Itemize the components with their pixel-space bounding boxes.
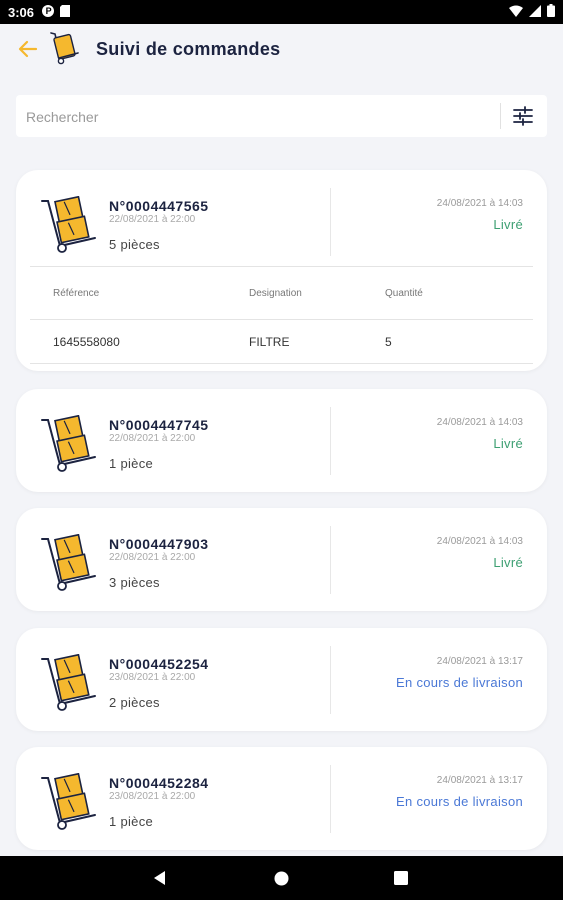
card-divider xyxy=(330,765,331,833)
notification-icon: P xyxy=(42,4,55,20)
column-header-designation: Designation xyxy=(249,288,302,299)
order-pieces: 5 pièces xyxy=(109,237,160,252)
order-card[interactable]: N°0004452254 23/08/2021 à 22:00 2 pièces… xyxy=(16,628,547,731)
nav-recents-icon[interactable] xyxy=(394,871,408,885)
order-number: N°0004447565 xyxy=(109,198,209,214)
order-card-header[interactable]: N°0004452284 23/08/2021 à 22:00 1 pièce … xyxy=(16,747,547,847)
status-date: 24/08/2021 à 13:17 xyxy=(436,656,523,667)
filter-icon[interactable] xyxy=(512,105,534,127)
app-logo-icon xyxy=(49,30,81,66)
search-divider xyxy=(500,103,501,129)
status-badge: En cours de livraison xyxy=(396,794,523,809)
card-divider xyxy=(330,407,331,475)
hand-truck-icon xyxy=(40,195,98,254)
search-bar xyxy=(16,95,547,139)
column-header-reference: Référence xyxy=(53,288,100,299)
column-header-quantity: Quantité xyxy=(385,288,423,299)
page-title: Suivi de commandes xyxy=(96,39,281,59)
order-date: 22/08/2021 à 22:00 xyxy=(109,552,196,563)
hand-truck-icon xyxy=(40,653,98,712)
search-input[interactable] xyxy=(16,95,508,139)
card-divider xyxy=(330,188,331,256)
status-date: 24/08/2021 à 14:03 xyxy=(436,198,523,209)
order-date: 23/08/2021 à 22:00 xyxy=(109,672,196,683)
order-date: 23/08/2021 à 22:00 xyxy=(109,791,196,802)
order-date: 22/08/2021 à 22:00 xyxy=(109,214,196,225)
card-divider xyxy=(330,526,331,594)
status-time: 3:06 xyxy=(8,4,35,20)
status-date: 24/08/2021 à 14:03 xyxy=(436,536,523,547)
order-number: N°0004447903 xyxy=(109,536,209,552)
order-card-header[interactable]: N°0004452254 23/08/2021 à 22:00 2 pièces… xyxy=(16,628,547,728)
order-card-header[interactable]: N°0004447745 22/08/2021 à 22:00 1 pièce … xyxy=(16,389,547,489)
sd-card-icon xyxy=(60,4,71,20)
back-arrow-icon[interactable] xyxy=(16,37,40,61)
item-reference: 1645558080 xyxy=(53,335,120,349)
status-bar: 3:06 P xyxy=(0,0,563,24)
wifi-icon xyxy=(509,5,523,20)
battery-icon xyxy=(547,4,555,20)
hand-truck-icon xyxy=(40,533,98,592)
svg-text:P: P xyxy=(46,6,52,16)
order-pieces: 2 pièces xyxy=(109,695,160,710)
order-card[interactable]: N°0004447903 22/08/2021 à 22:00 3 pièces… xyxy=(16,508,547,611)
order-pieces: 1 pièce xyxy=(109,814,154,829)
order-card-header[interactable]: N°0004447565 22/08/2021 à 22:00 5 pièces… xyxy=(16,170,547,270)
card-divider xyxy=(330,646,331,714)
order-card[interactable]: N°0004452284 23/08/2021 à 22:00 1 pièce … xyxy=(16,747,547,850)
navigation-bar xyxy=(0,856,563,900)
nav-back-icon[interactable] xyxy=(151,869,169,887)
item-quantity: 5 xyxy=(385,335,392,349)
detail-separator xyxy=(30,319,533,320)
order-number: N°0004452284 xyxy=(109,775,209,791)
order-date: 22/08/2021 à 22:00 xyxy=(109,433,196,444)
detail-separator xyxy=(30,266,533,267)
status-badge: Livré xyxy=(493,555,523,570)
order-number: N°0004447745 xyxy=(109,417,209,433)
order-card[interactable]: N°0004447565 22/08/2021 à 22:00 5 pièces… xyxy=(16,170,547,371)
item-designation: FILTRE xyxy=(249,335,290,349)
order-pieces: 3 pièces xyxy=(109,575,160,590)
hand-truck-icon xyxy=(40,772,98,831)
app-bar: Suivi de commandes xyxy=(0,24,563,74)
status-badge: En cours de livraison xyxy=(396,675,523,690)
nav-home-icon[interactable] xyxy=(274,871,289,886)
order-card[interactable]: N°0004447745 22/08/2021 à 22:00 1 pièce … xyxy=(16,389,547,492)
detail-separator xyxy=(30,363,533,364)
status-date: 24/08/2021 à 14:03 xyxy=(436,417,523,428)
status-date: 24/08/2021 à 13:17 xyxy=(436,775,523,786)
status-badge: Livré xyxy=(493,217,523,232)
hand-truck-icon xyxy=(40,414,98,473)
order-pieces: 1 pièce xyxy=(109,456,154,471)
order-card-header[interactable]: N°0004447903 22/08/2021 à 22:00 3 pièces… xyxy=(16,508,547,608)
order-number: N°0004452254 xyxy=(109,656,209,672)
status-badge: Livré xyxy=(493,436,523,451)
signal-icon xyxy=(529,4,541,20)
